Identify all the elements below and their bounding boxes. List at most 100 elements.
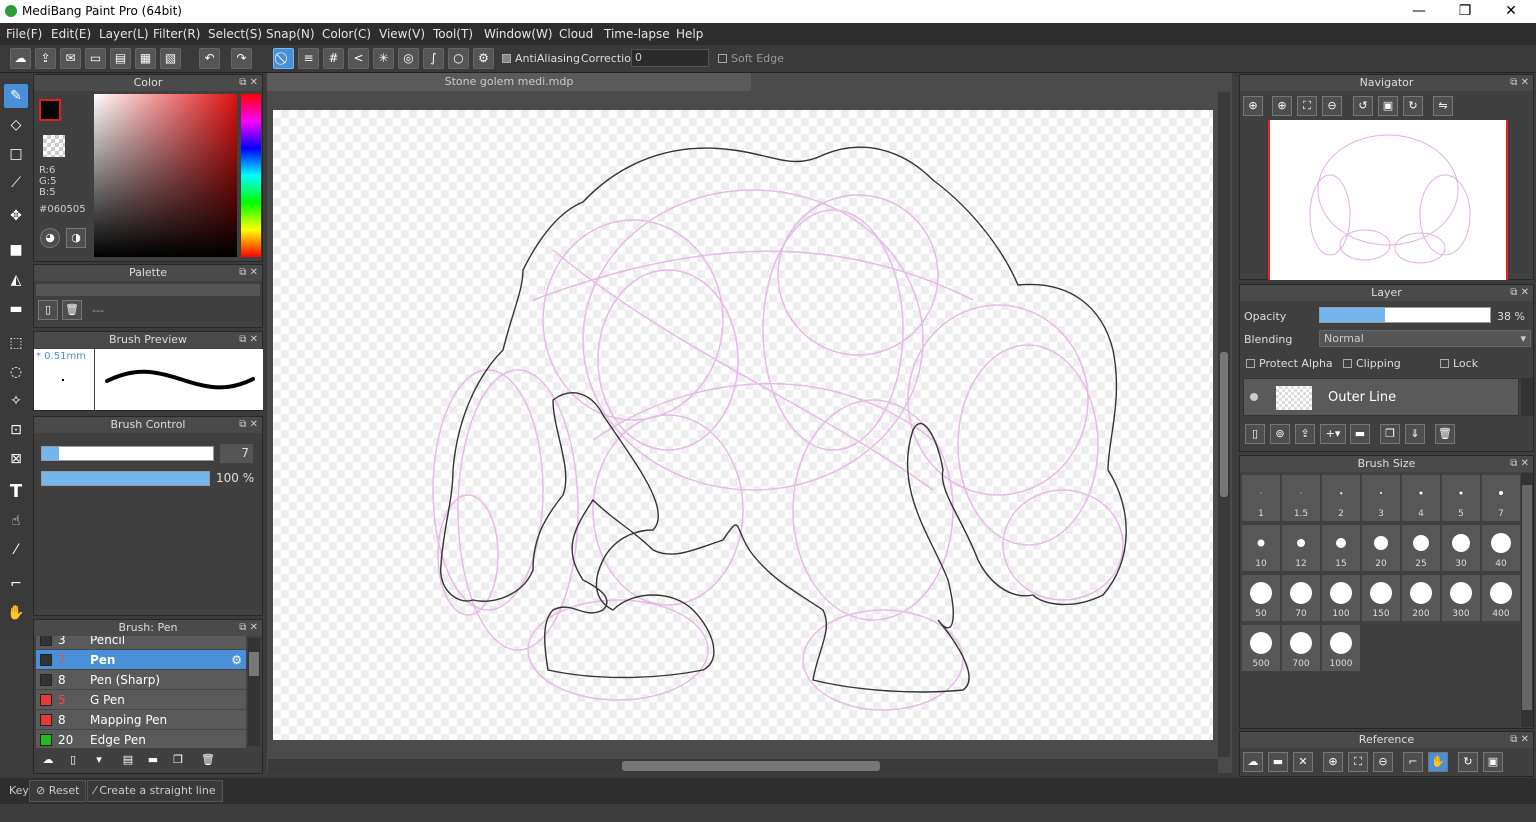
document-tab[interactable]: Stone golem medi.mdp (267, 73, 751, 91)
radial-snap-icon[interactable]: ✳ (373, 48, 394, 69)
new-layer-icon[interactable]: ▯ (1245, 424, 1265, 444)
fit-window-icon[interactable]: ⛶ (1297, 96, 1317, 116)
protect-alpha-toggle[interactable]: Protect Alpha (1246, 357, 1333, 370)
menu-timelapse[interactable]: Time-lapse (604, 27, 670, 41)
select-eraser-tool-icon[interactable]: ⊠ (4, 447, 28, 471)
brush-size-option-1.5[interactable]: 1.5 (1282, 475, 1320, 521)
merge-layer-icon[interactable]: ⇓ (1405, 424, 1425, 444)
move-tool-icon[interactable]: ✥ (4, 204, 28, 228)
new-palette-icon[interactable]: ▯ (38, 300, 58, 320)
cloud-brush-icon[interactable]: ☁ (38, 751, 58, 771)
reference-close-icon[interactable]: ✕ (1293, 752, 1313, 772)
panel-close-icon[interactable]: ⧉ ✕ (1510, 456, 1529, 472)
add-brush-menu-icon[interactable]: ▾ (89, 751, 109, 771)
palette-swatch-area[interactable] (36, 284, 260, 296)
brush-size-option-700[interactable]: 700 (1282, 625, 1320, 671)
brush-size-scrollbar[interactable] (1521, 473, 1533, 727)
zoom-out-icon[interactable]: ⊖ (1322, 96, 1342, 116)
curve-snap-icon[interactable]: ∫ (423, 48, 444, 69)
menu-edit[interactable]: Edit(E) (51, 27, 91, 41)
operation-tool-icon[interactable]: ☝ (4, 509, 28, 533)
scroll-thumb[interactable] (249, 652, 259, 676)
reset-button[interactable]: ⊘ Reset (29, 780, 87, 802)
lock-toggle[interactable]: Lock (1440, 357, 1478, 370)
menu-help[interactable]: Help (676, 27, 703, 41)
vertical-scroll-thumb[interactable] (1220, 352, 1228, 497)
reference-fit-icon[interactable]: ⛶ (1348, 752, 1368, 772)
text-tool-icon[interactable]: T (4, 480, 28, 504)
circle-snap-icon[interactable]: ◎ (398, 48, 419, 69)
menu-tool[interactable]: Tool(T) (433, 27, 473, 41)
ellipse-snap-icon[interactable]: ○ (448, 48, 469, 69)
brush-size-option-15[interactable]: 15 (1322, 525, 1360, 571)
reference-open-icon[interactable]: ▬ (1268, 752, 1288, 772)
brush-item-pen[interactable]: 7 Pen ⚙ (36, 650, 246, 670)
reference-zoom-in-icon[interactable]: ⊕ (1323, 752, 1343, 772)
new-halftone-layer-icon[interactable]: ⊚ (1270, 424, 1290, 444)
brush-size-option-500[interactable]: 500 (1242, 625, 1280, 671)
undo-icon[interactable]: ↶ (199, 48, 220, 69)
layer-opacity-slider[interactable] (1319, 307, 1491, 323)
panel-close-icon[interactable]: ⧉ ✕ (239, 75, 258, 91)
message-icon[interactable]: ▭ (85, 48, 106, 69)
maximize-button[interactable]: ❐ (1442, 0, 1488, 23)
brush-size-option-300[interactable]: 300 (1442, 575, 1480, 621)
brush-size-option-10[interactable]: 10 (1242, 525, 1280, 571)
grid-doc-icon[interactable]: ▦ (135, 48, 156, 69)
layer-folder-icon[interactable]: ▬ (1350, 424, 1370, 444)
panel-close-icon[interactable]: ⧉ ✕ (239, 417, 258, 433)
menu-select[interactable]: Select(S) (208, 27, 262, 41)
color-set-icon[interactable]: ◑ (66, 228, 86, 248)
new-brush-icon[interactable]: ▯ (63, 751, 83, 771)
brush-tool-icon[interactable]: ✎ (4, 84, 28, 108)
duplicate-brush-icon[interactable]: ❐ (168, 751, 188, 771)
brush-size-option-2[interactable]: 2 (1322, 475, 1360, 521)
reference-zoom-out-icon[interactable]: ⊖ (1373, 752, 1393, 772)
brush-size-option-7[interactable]: 7 (1482, 475, 1520, 521)
lasso-tool-icon[interactable]: ◌ (4, 360, 28, 384)
flip-icon[interactable]: ⇋ (1433, 96, 1453, 116)
soft-edge-toggle[interactable]: Soft Edge (718, 52, 784, 65)
menu-cloud[interactable]: Cloud (559, 27, 593, 41)
reference-hand-icon[interactable]: ✋ (1428, 752, 1448, 772)
magic-wand-tool-icon[interactable]: ✧ (4, 389, 28, 413)
menu-view[interactable]: View(V) (379, 27, 425, 41)
panel-close-icon[interactable]: ⧉ ✕ (239, 265, 258, 281)
brush-size-option-200[interactable]: 200 (1402, 575, 1440, 621)
rotate-left-icon[interactable]: ↺ (1353, 96, 1373, 116)
color-wheel-icon[interactable]: ◕ (40, 228, 60, 248)
navigator-thumbnail[interactable] (1268, 120, 1508, 280)
brush-item-edge-pen[interactable]: 20 Edge Pen (36, 730, 246, 748)
clipping-checkbox[interactable] (1343, 359, 1352, 368)
hue-slider[interactable] (241, 94, 261, 257)
soft-edge-checkbox[interactable] (718, 54, 727, 63)
upload-icon[interactable]: ⇪ (35, 48, 56, 69)
delete-palette-icon[interactable]: 🗑 (62, 300, 82, 320)
straight-line-button[interactable]: ⁄ Create a straight line (87, 780, 223, 802)
select-pen-tool-icon[interactable]: ⊡ (4, 418, 28, 442)
panel-close-icon[interactable]: ⧉ ✕ (1510, 75, 1529, 91)
fill-shape-tool-icon[interactable]: ■ (4, 238, 28, 262)
brush-size-option-12[interactable]: 12 (1282, 525, 1320, 571)
rectangle-tool-icon[interactable]: □ (4, 142, 28, 166)
menu-file[interactable]: File(F) (6, 27, 42, 41)
zoom-in-fit-icon[interactable]: ⊕ (1243, 96, 1263, 116)
actual-size-icon[interactable]: ▣ (1378, 96, 1398, 116)
brush-item-pencil[interactable]: 3 Pencil (36, 636, 246, 650)
horizontal-scroll-thumb[interactable] (622, 761, 880, 771)
minimize-button[interactable]: — (1396, 0, 1442, 23)
panel-close-icon[interactable]: ⧉ ✕ (239, 332, 258, 348)
horizontal-scrollbar[interactable] (268, 759, 1218, 773)
antialiasing-checkbox[interactable] (502, 54, 511, 63)
reference-eyedropper-icon[interactable]: ⌐ (1403, 752, 1423, 772)
brush-size-option-400[interactable]: 400 (1482, 575, 1520, 621)
add-layer-menu-icon[interactable]: +▾ (1320, 424, 1346, 444)
correction-select[interactable]: 0 (631, 49, 709, 67)
close-button[interactable]: ✕ (1488, 0, 1534, 23)
brush-size-option-50[interactable]: 50 (1242, 575, 1280, 621)
delete-layer-icon[interactable]: 🗑 (1435, 424, 1455, 444)
brush-settings-gear-icon[interactable]: ⚙ (231, 650, 242, 670)
divide-tool-icon[interactable]: ⁄ (4, 538, 28, 562)
antialiasing-toggle[interactable]: AntiAliasing (502, 52, 580, 65)
parallel-snap-icon[interactable]: ≡ (298, 48, 319, 69)
